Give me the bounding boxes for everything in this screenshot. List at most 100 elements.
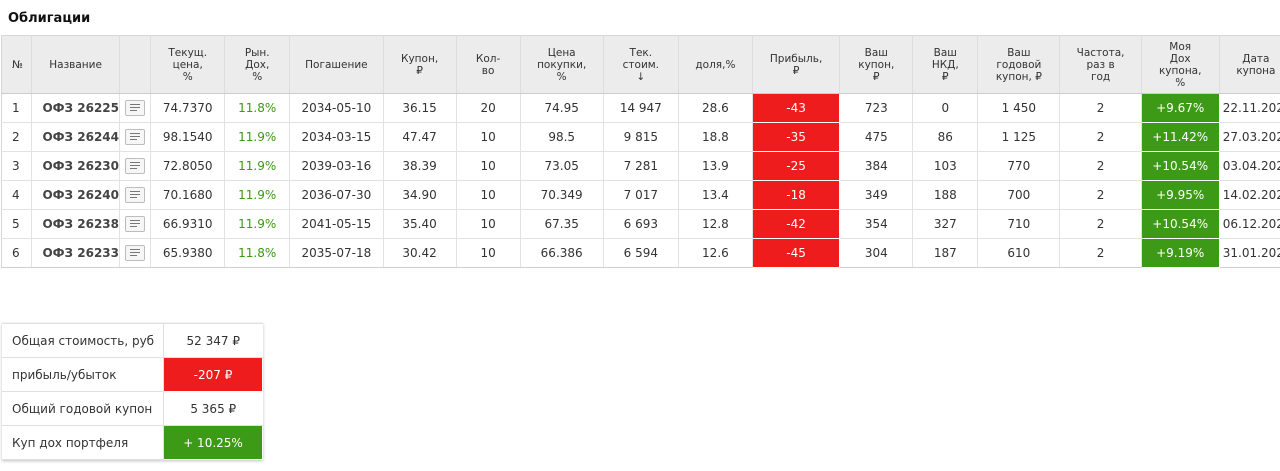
document-lines-icon[interactable] xyxy=(124,245,145,261)
current-value: 6 693 xyxy=(603,209,679,239)
row-number: 6 xyxy=(1,238,33,268)
table-row[interactable]: 6 ОФЗ 26233 65.9380 11.8% 2035-07-18 30.42 10 6… xyxy=(1,238,1280,268)
table-row[interactable]: 2 ОФЗ 26244 98.1540 11.9% 2034-03-15 47.47 10 9… xyxy=(1,122,1280,152)
your-coupon: 354 xyxy=(839,209,914,239)
summary-label: Куп дох портфеля xyxy=(2,425,164,460)
summary-label: прибыль/убыток xyxy=(2,357,164,392)
row-number: 2 xyxy=(1,122,33,152)
portfolio-summary: Общая стоимость, руб 52 347 ₽ прибыль/убыт… xyxy=(2,323,263,460)
summary-row: Общая стоимость, руб 52 347 ₽ xyxy=(2,323,263,358)
header-name[interactable]: Название xyxy=(31,35,120,94)
document-lines-icon[interactable] xyxy=(124,129,145,145)
maturity-date: 2034-05-10 xyxy=(289,93,384,123)
header-coupon[interactable]: Купон, ₽ xyxy=(383,35,457,94)
share-percent: 12.8 xyxy=(678,209,753,239)
market-yield: 11.9% xyxy=(224,122,291,152)
nkd-value: 187 xyxy=(912,238,979,268)
bond-name: ОФЗ 26230 xyxy=(31,151,120,181)
nkd-value: 188 xyxy=(912,180,979,210)
coupon-value: 30.42 xyxy=(383,238,457,268)
share-percent: 13.9 xyxy=(678,151,753,181)
buy-price: 67.35 xyxy=(520,209,604,239)
coupon-date: 06.12.2023 xyxy=(1219,209,1280,239)
profit-value: -45 xyxy=(752,238,841,268)
details-cell xyxy=(119,238,152,268)
quantity: 10 xyxy=(456,151,521,181)
annual-coupon: 700 xyxy=(977,180,1061,210)
row-number: 1 xyxy=(1,93,33,123)
bonds-table-wrapper: № Название Текущ. цена, % Рын. Дох, % По… xyxy=(1,35,1280,268)
header-buy-price[interactable]: Цена покупки, % xyxy=(520,35,604,94)
coupon-frequency: 2 xyxy=(1059,151,1142,181)
annual-coupon: 1 450 xyxy=(977,93,1061,123)
current-price: 65.9380 xyxy=(150,238,226,268)
header-maturity[interactable]: Погашение xyxy=(289,35,384,94)
buy-price: 73.05 xyxy=(520,151,604,181)
header-current-value[interactable]: Тек. стоим. ↓ xyxy=(603,35,679,94)
current-value: 7 281 xyxy=(603,151,679,181)
nkd-value: 86 xyxy=(912,122,979,152)
share-percent: 13.4 xyxy=(678,180,753,210)
row-number: 3 xyxy=(1,151,33,181)
header-profit[interactable]: Прибыль, ₽ xyxy=(752,35,841,94)
buy-price: 74.95 xyxy=(520,93,604,123)
market-yield: 11.9% xyxy=(224,151,291,181)
my-coupon-yield: +9.19% xyxy=(1141,238,1220,268)
buy-price: 98.5 xyxy=(520,122,604,152)
share-percent: 28.6 xyxy=(678,93,753,123)
header-number[interactable]: № xyxy=(1,35,33,94)
current-price: 70.1680 xyxy=(150,180,226,210)
annual-coupon: 610 xyxy=(977,238,1061,268)
quantity: 20 xyxy=(456,93,521,123)
bond-name: ОФЗ 26240 xyxy=(31,180,120,210)
summary-row: прибыль/убыток -207 ₽ xyxy=(2,357,263,392)
your-coupon: 384 xyxy=(839,151,914,181)
annual-coupon: 710 xyxy=(977,209,1061,239)
table-header-row: № Название Текущ. цена, % Рын. Дох, % По… xyxy=(1,35,1280,94)
bond-name: ОФЗ 26238 xyxy=(31,209,120,239)
header-quantity[interactable]: Кол- во xyxy=(456,35,521,94)
header-market-yield[interactable]: Рын. Дох, % xyxy=(224,35,291,94)
your-coupon: 349 xyxy=(839,180,914,210)
nkd-value: 0 xyxy=(912,93,979,123)
profit-value: -25 xyxy=(752,151,841,181)
my-coupon-yield: +9.95% xyxy=(1141,180,1220,210)
bonds-table-body: 1 ОФЗ 26225 74.7370 11.8% 2034-05-10 36.15 20 7… xyxy=(1,93,1280,268)
summary-value: 5 365 ₽ xyxy=(163,391,263,426)
coupon-value: 47.47 xyxy=(383,122,457,152)
header-my-coupon-yield[interactable]: Моя Дох купона, % xyxy=(1141,35,1220,94)
page-title: Облигации xyxy=(8,11,91,26)
document-lines-icon[interactable] xyxy=(124,187,145,203)
header-nkd[interactable]: Ваш НКД, ₽ xyxy=(912,35,979,94)
profit-value: -43 xyxy=(752,93,841,123)
coupon-value: 38.39 xyxy=(383,151,457,181)
current-value: 7 017 xyxy=(603,180,679,210)
document-lines-icon[interactable] xyxy=(124,100,145,116)
header-your-coupon[interactable]: Ваш купон, ₽ xyxy=(839,35,914,94)
document-lines-icon[interactable] xyxy=(124,216,145,232)
table-row[interactable]: 1 ОФЗ 26225 74.7370 11.8% 2034-05-10 36.15 20 7… xyxy=(1,93,1280,123)
coupon-date: 22.11.2023 xyxy=(1219,93,1280,123)
header-annual-coupon[interactable]: Ваш годовой купон, ₽ xyxy=(977,35,1061,94)
row-number: 5 xyxy=(1,209,33,239)
header-frequency[interactable]: Частота, раз в год xyxy=(1059,35,1142,94)
coupon-frequency: 2 xyxy=(1059,209,1142,239)
coupon-date: 27.03.2024 xyxy=(1219,122,1280,152)
document-lines-icon[interactable] xyxy=(124,158,145,174)
table-row[interactable]: 3 ОФЗ 26230 72.8050 11.9% 2039-03-16 38.39 10 7… xyxy=(1,151,1280,181)
bond-name: ОФЗ 26233 xyxy=(31,238,120,268)
table-row[interactable]: 4 ОФЗ 26240 70.1680 11.9% 2036-07-30 34.90 10 7… xyxy=(1,180,1280,210)
market-yield: 11.9% xyxy=(224,180,291,210)
profit-value: -18 xyxy=(752,180,841,210)
profit-value: -35 xyxy=(752,122,841,152)
market-yield: 11.9% xyxy=(224,209,291,239)
table-row[interactable]: 5 ОФЗ 26238 66.9310 11.9% 2041-05-15 35.40 10 6… xyxy=(1,209,1280,239)
header-coupon-date[interactable]: Дата купона xyxy=(1219,35,1280,94)
header-share[interactable]: доля,% xyxy=(678,35,753,94)
header-details xyxy=(119,35,152,94)
my-coupon-yield: +10.54% xyxy=(1141,209,1220,239)
bonds-table: № Название Текущ. цена, % Рын. Дох, % По… xyxy=(1,35,1280,268)
bond-name: ОФЗ 26244 xyxy=(31,122,120,152)
header-current-price[interactable]: Текущ. цена, % xyxy=(150,35,226,94)
maturity-date: 2039-03-16 xyxy=(289,151,384,181)
